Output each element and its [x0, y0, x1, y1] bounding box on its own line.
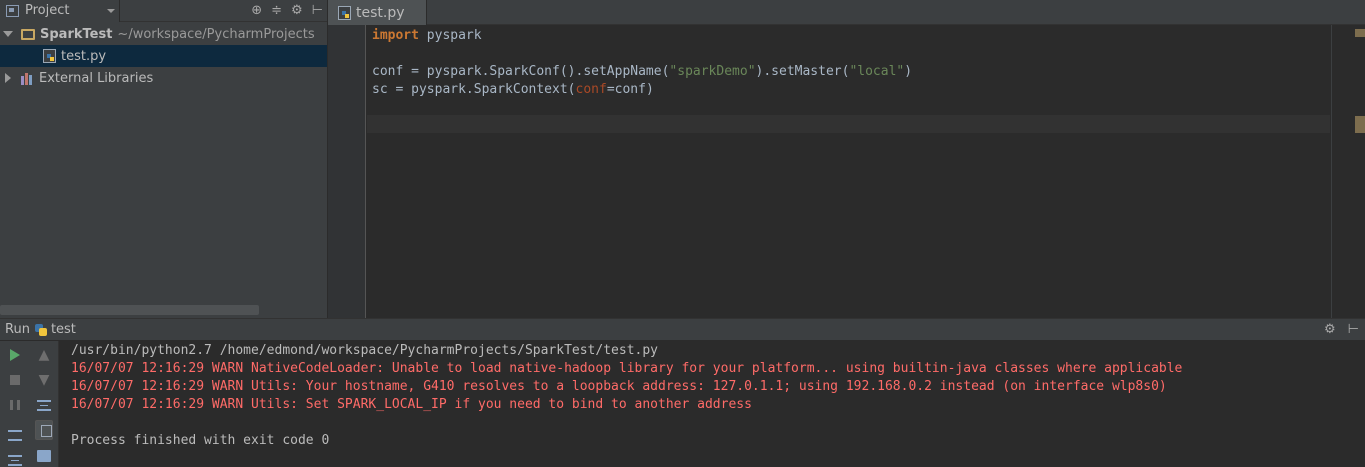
error-stripe[interactable] — [1331, 25, 1365, 318]
current-line-highlight — [367, 115, 1330, 133]
code-editor[interactable]: import pyspark conf = pyspark.SparkConf(… — [367, 25, 1330, 318]
tree-item-sparktest[interactable]: SparkTest ~/workspace/PycharmProjects — [0, 23, 327, 45]
run-label: Run — [5, 322, 30, 337]
console-command: /usr/bin/python2.7 /home/edmond/workspac… — [71, 343, 658, 358]
layout-icon — [8, 429, 22, 441]
debug-icon — [8, 454, 22, 466]
scroll-to-end-icon — [35, 420, 53, 440]
layout-button[interactable] — [6, 426, 24, 444]
arrow-up-icon: ▲ — [38, 347, 50, 363]
arrow-down-icon: ▼ — [38, 372, 50, 388]
print-icon — [37, 450, 51, 462]
project-root-name: SparkTest — [40, 26, 113, 42]
run-config-tab[interactable]: test — [51, 322, 76, 337]
string-literal: "sparkDemo" — [669, 64, 756, 79]
run-header: Run test ⚙ ⊢ — [0, 318, 1365, 340]
code-line-1: import pyspark — [372, 27, 482, 45]
code-text: ).setMaster( — [755, 64, 850, 79]
stop-icon — [10, 375, 20, 385]
gear-icon[interactable]: ⚙ — [291, 0, 303, 22]
keyword: import — [372, 28, 419, 43]
editor-tab-bar: test.py — [328, 0, 1365, 25]
stop-button[interactable] — [6, 371, 24, 389]
chevron-down-icon[interactable] — [107, 8, 115, 13]
hide-panel-icon[interactable]: ⊢ — [312, 0, 323, 22]
code-line-3: conf = pyspark.SparkConf().setAppName("s… — [372, 63, 912, 81]
code-text: =conf) — [606, 82, 654, 97]
debug-button[interactable] — [6, 451, 24, 467]
project-root-path: ~/workspace/PycharmProjects — [117, 26, 315, 42]
project-header-tools: ⊕ ≑ ⚙ ⊢ — [251, 0, 327, 22]
tree-item-test-py[interactable]: test.py — [0, 45, 327, 67]
play-icon — [10, 349, 20, 361]
collapse-all-icon[interactable]: ≑ — [271, 0, 282, 22]
rerun-button[interactable] — [6, 346, 24, 364]
tab-test-py[interactable]: test.py — [328, 0, 427, 25]
run-toolbar: ▲ ▼ — [0, 341, 59, 467]
horizontal-scrollbar[interactable] — [0, 305, 259, 315]
console-warning: 16/07/07 12:16:29 WARN Utils: Your hostn… — [71, 379, 1167, 394]
print-button[interactable] — [35, 447, 53, 465]
python-file-icon — [43, 49, 56, 63]
up-button[interactable]: ▲ — [35, 346, 53, 364]
stripe-marker-caret[interactable] — [1355, 116, 1365, 133]
project-icon — [6, 4, 19, 17]
folder-icon — [21, 28, 35, 40]
external-libraries-label: External Libraries — [39, 70, 154, 86]
code-text: conf = pyspark.SparkConf().setAppName( — [372, 64, 670, 79]
stripe-marker[interactable] — [1355, 29, 1365, 37]
code-text: pyspark — [418, 28, 482, 43]
file-name: test.py — [61, 48, 107, 64]
editor-gutter[interactable] — [328, 25, 366, 318]
project-tab-label: Project — [25, 3, 70, 18]
soft-wrap-button[interactable] — [35, 396, 53, 414]
code-line-4: sc = pyspark.SparkContext(conf=conf) — [372, 81, 654, 99]
expand-arrow-icon[interactable] — [3, 31, 13, 37]
hide-panel-icon[interactable]: ⊢ — [1348, 322, 1359, 337]
project-header: Project ⊕ ≑ ⚙ ⊢ — [0, 0, 327, 22]
tab-label: test.py — [356, 4, 405, 21]
python-icon — [34, 323, 47, 336]
run-header-tools: ⚙ ⊢ — [1324, 322, 1365, 337]
python-file-icon — [338, 5, 351, 20]
scroll-from-source-icon[interactable]: ⊕ — [251, 0, 262, 22]
collapse-arrow-icon[interactable] — [5, 73, 11, 83]
code-text: sc = pyspark.SparkContext( — [372, 82, 576, 97]
string-literal: "local" — [849, 64, 905, 79]
console-warning: 16/07/07 12:16:29 WARN NativeCodeLoader:… — [71, 361, 1183, 376]
project-tool-window: Project ⊕ ≑ ⚙ ⊢ SparkTest ~/workspace/Py… — [0, 0, 327, 318]
console-exit-message: Process finished with exit code 0 — [71, 433, 330, 448]
code-text: ) — [904, 64, 913, 79]
soft-wrap-icon — [37, 399, 51, 411]
project-view-selector[interactable]: Project — [0, 0, 120, 22]
pause-icon — [10, 400, 20, 410]
pause-button[interactable] — [6, 396, 24, 414]
down-button[interactable]: ▼ — [35, 371, 53, 389]
scroll-to-end-button[interactable] — [35, 420, 53, 440]
gear-icon[interactable]: ⚙ — [1324, 322, 1336, 337]
named-parameter: conf — [575, 82, 607, 97]
console-warning: 16/07/07 12:16:29 WARN Utils: Set SPARK_… — [71, 397, 752, 412]
tree-item-external-libraries[interactable]: External Libraries — [0, 67, 327, 89]
console-output[interactable]: /usr/bin/python2.7 /home/edmond/workspac… — [60, 341, 1365, 467]
library-icon — [21, 72, 34, 85]
